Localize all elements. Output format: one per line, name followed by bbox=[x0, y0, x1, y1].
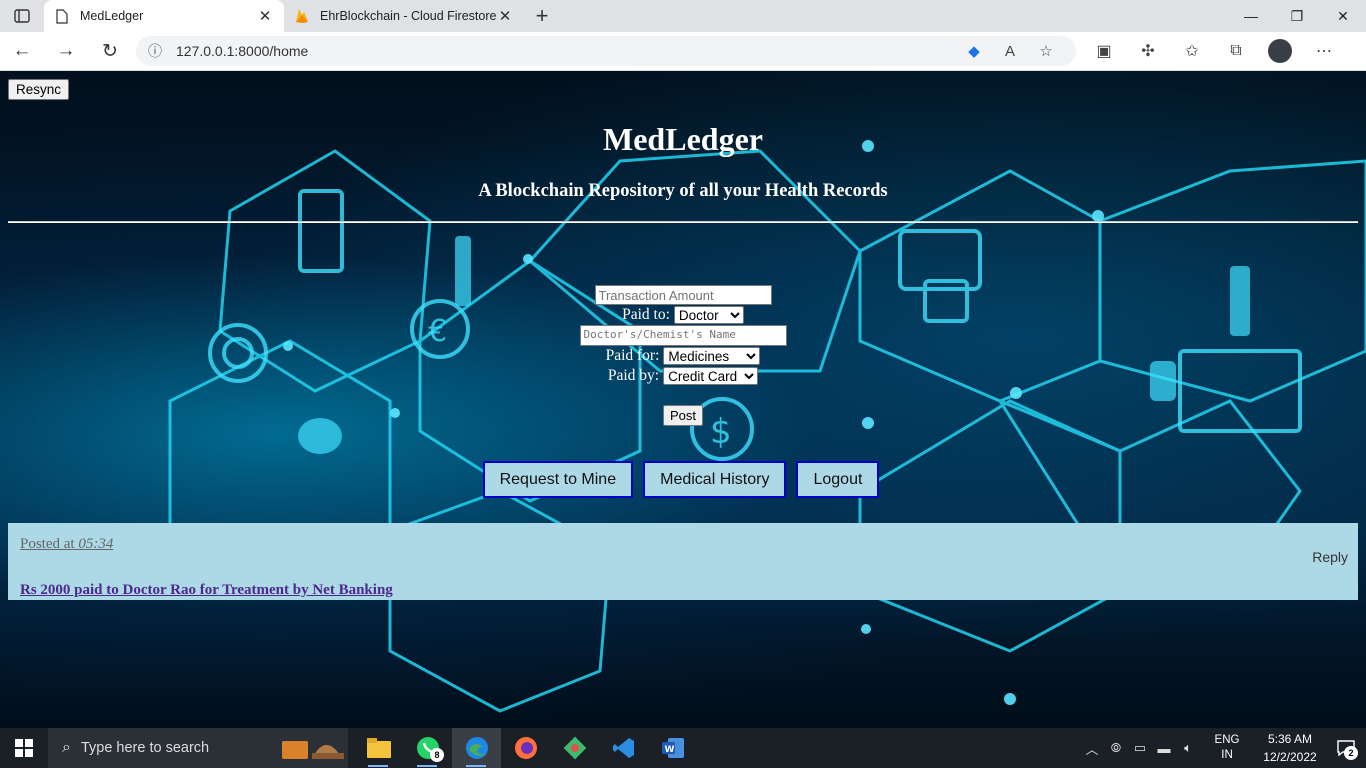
search-icon: ⌕ bbox=[62, 739, 71, 756]
extensions-icon[interactable]: ✣ bbox=[1126, 33, 1170, 69]
page-icon bbox=[54, 8, 70, 24]
tab-title: EhrBlockchain - Cloud Firestore - bbox=[320, 9, 496, 23]
language-indicator[interactable]: ENG IN bbox=[1206, 733, 1248, 763]
read-aloud-icon[interactable]: A bbox=[992, 43, 1028, 60]
favorite-star-icon[interactable]: ☆ bbox=[1028, 42, 1064, 60]
word-icon[interactable]: W bbox=[648, 728, 697, 768]
transaction-form: Paid to: Doctor Paid for: Medicines Paid… bbox=[0, 285, 1366, 426]
site-info-icon[interactable]: ⓘ bbox=[148, 41, 170, 61]
profile-avatar[interactable] bbox=[1268, 39, 1292, 63]
network-icon[interactable]: ⦾ bbox=[1104, 740, 1128, 756]
show-hidden-icons-chevron-icon[interactable]: ︿ bbox=[1080, 739, 1104, 758]
paid-for-label: Paid for: bbox=[605, 347, 660, 364]
git-client-icon[interactable] bbox=[550, 728, 599, 768]
tab-title: MedLedger bbox=[80, 9, 144, 23]
address-bar[interactable]: ⓘ 127.0.0.1:8000/home ◆ A ☆ bbox=[136, 36, 1076, 66]
search-highlight-icon bbox=[282, 741, 344, 759]
edge-browser-icon[interactable] bbox=[452, 728, 501, 768]
close-tab-icon[interactable]: ✕ bbox=[496, 7, 514, 25]
windows-taskbar: ⌕ Type here to search 8 W ︿ ⦾ ▭ ▬ � bbox=[0, 728, 1366, 768]
reply-link[interactable]: Reply bbox=[1312, 549, 1348, 565]
extension-puzzle-icon[interactable]: ▣ bbox=[1082, 33, 1126, 69]
battery-icon[interactable]: ▬ bbox=[1152, 741, 1176, 756]
transaction-amount-input[interactable] bbox=[594, 285, 772, 305]
language-code: ENG bbox=[1214, 734, 1240, 746]
whatsapp-icon[interactable]: 8 bbox=[403, 728, 452, 768]
minimize-icon[interactable]: — bbox=[1228, 0, 1274, 32]
file-explorer-icon[interactable] bbox=[354, 728, 403, 768]
notification-center-icon[interactable]: 2 bbox=[1326, 728, 1366, 768]
doctor-chemist-name-input[interactable] bbox=[579, 325, 787, 346]
window-controls: — ❐ ✕ bbox=[1228, 0, 1366, 32]
action-buttons: Request to Mine Medical History Logout bbox=[0, 461, 1366, 498]
transaction-post: Posted at 05:34 Reply Rs 2000 paid to Do… bbox=[8, 523, 1358, 600]
logout-button[interactable]: Logout bbox=[796, 461, 880, 498]
tab-actions-icon[interactable] bbox=[0, 0, 44, 32]
firebase-icon bbox=[294, 8, 310, 24]
page-title: MedLedger bbox=[603, 121, 763, 157]
search-placeholder: Type here to search bbox=[80, 740, 210, 756]
favorites-icon[interactable]: ✩ bbox=[1170, 33, 1214, 69]
page-content: € $ Resync MedLedger A Blockchain Reposi… bbox=[0, 71, 1366, 728]
windows-start-icon[interactable] bbox=[0, 728, 48, 768]
page-subtitle: A Blockchain Repository of all your Heal… bbox=[478, 181, 888, 201]
forward-icon[interactable]: → bbox=[44, 33, 88, 69]
medical-history-button[interactable]: Medical History bbox=[643, 461, 787, 498]
collections-icon[interactable]: ⧉ bbox=[1214, 33, 1258, 69]
clock-date: 12/2/2022 bbox=[1263, 750, 1317, 764]
posted-at-label: Posted at bbox=[20, 536, 75, 552]
taskbar-search[interactable]: ⌕ Type here to search bbox=[48, 728, 348, 768]
resync-button[interactable]: Resync bbox=[8, 79, 70, 100]
clock[interactable]: 5:36 AM 12/2/2022 bbox=[1254, 730, 1326, 766]
restore-icon[interactable]: ❐ bbox=[1274, 0, 1320, 32]
region-code: IN bbox=[1221, 749, 1233, 761]
post-text-link[interactable]: Rs 2000 paid to Doctor Rao for Treatment… bbox=[20, 582, 393, 599]
clock-time: 5:36 AM bbox=[1267, 732, 1313, 746]
paid-to-label: Paid to: bbox=[622, 306, 670, 323]
tab-firestore[interactable]: EhrBlockchain - Cloud Firestore - ✕ bbox=[284, 0, 524, 32]
tab-medledger[interactable]: MedLedger ✕ bbox=[44, 0, 284, 32]
volume-icon[interactable]: 🔈︎ bbox=[1176, 740, 1200, 756]
request-to-mine-button[interactable]: Request to Mine bbox=[482, 461, 634, 498]
svg-text:W: W bbox=[664, 745, 674, 755]
notification-badge: 2 bbox=[1344, 746, 1358, 760]
post-timestamp[interactable]: Posted at 05:34 bbox=[20, 536, 113, 553]
paid-by-select[interactable]: Credit Card bbox=[663, 367, 759, 385]
paid-by-label: Paid by: bbox=[607, 367, 660, 384]
post-button[interactable]: Post bbox=[662, 405, 703, 426]
close-window-icon[interactable]: ✕ bbox=[1320, 0, 1366, 32]
meet-now-icon[interactable]: ▭ bbox=[1128, 740, 1152, 756]
post-time: 05:34 bbox=[78, 536, 114, 552]
coupon-tag-icon[interactable]: ◆ bbox=[956, 42, 992, 60]
paid-to-select[interactable]: Doctor bbox=[673, 306, 744, 324]
browser-tab-bar: MedLedger ✕ EhrBlockchain - Cloud Firest… bbox=[0, 0, 1366, 32]
more-menu-icon[interactable]: ⋯ bbox=[1302, 33, 1346, 69]
refresh-icon[interactable]: ↻ bbox=[88, 33, 132, 69]
vscode-icon[interactable] bbox=[599, 728, 648, 768]
browser-toolbar: ← → ↻ ⓘ 127.0.0.1:8000/home ◆ A ☆ ▣ ✣ ✩ … bbox=[0, 32, 1366, 71]
back-icon[interactable]: ← bbox=[0, 33, 44, 69]
new-tab-button[interactable]: + bbox=[524, 0, 560, 32]
url-text: 127.0.0.1:8000/home bbox=[176, 43, 309, 59]
paid-for-select[interactable]: Medicines bbox=[663, 347, 761, 365]
whatsapp-badge: 8 bbox=[430, 748, 444, 762]
divider bbox=[8, 221, 1358, 223]
firefox-icon[interactable] bbox=[501, 728, 550, 768]
close-tab-icon[interactable]: ✕ bbox=[256, 7, 274, 25]
